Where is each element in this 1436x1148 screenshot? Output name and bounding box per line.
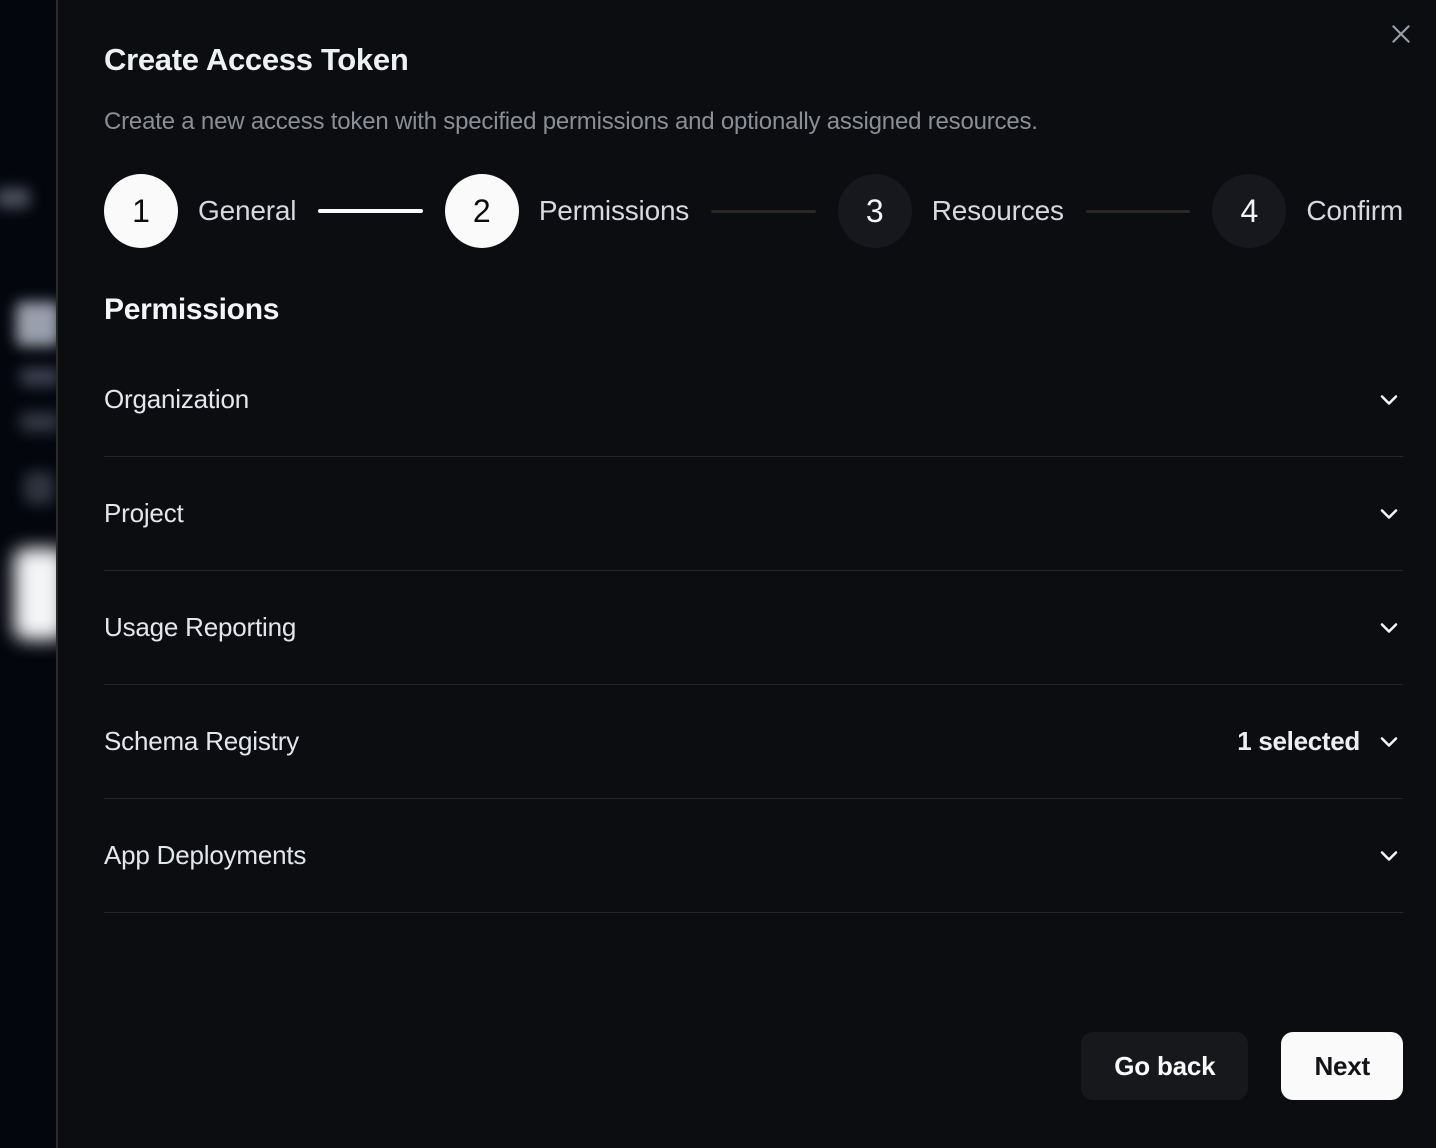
permission-section-organization[interactable]: Organization <box>104 343 1403 457</box>
chevron-down-icon <box>1375 842 1403 870</box>
chevron-down-icon <box>1375 614 1403 642</box>
blurred-background-content <box>16 302 60 346</box>
step-permissions[interactable]: 2 Permissions <box>445 174 689 248</box>
permission-section-project[interactable]: Project <box>104 457 1403 571</box>
chevron-down-icon <box>1375 500 1403 528</box>
step-connector <box>711 210 816 213</box>
step-resources[interactable]: 3 Resources <box>838 174 1064 248</box>
step-connector <box>1086 210 1191 213</box>
step-general[interactable]: 1 General <box>104 174 296 248</box>
permission-section-app-deployments[interactable]: App Deployments <box>104 799 1403 913</box>
step-label: Permissions <box>539 195 689 227</box>
blurred-background-content <box>24 472 54 504</box>
step-connector <box>318 209 423 213</box>
permission-section-usage-reporting[interactable]: Usage Reporting <box>104 571 1403 685</box>
step-label: Confirm <box>1306 195 1403 227</box>
background-app <box>0 0 56 1148</box>
step-number-badge: 2 <box>445 174 519 248</box>
chevron-down-icon <box>1375 728 1403 756</box>
next-button[interactable]: Next <box>1281 1032 1403 1100</box>
close-button[interactable] <box>1386 20 1416 50</box>
permission-section-label: App Deployments <box>104 840 306 871</box>
step-confirm[interactable]: 4 Confirm <box>1212 174 1403 248</box>
permissions-heading: Permissions <box>104 293 1403 327</box>
close-icon <box>1388 21 1414 50</box>
step-number-badge: 1 <box>104 174 178 248</box>
step-label: General <box>198 195 296 227</box>
step-label: Resources <box>932 195 1064 227</box>
permission-section-label: Usage Reporting <box>104 612 296 643</box>
stepper: 1 General 2 Permissions 3 Resources 4 Co… <box>104 173 1403 249</box>
modal-description: Create a new access token with specified… <box>104 108 1403 136</box>
blurred-background-content <box>0 188 30 208</box>
permission-section-schema-registry[interactable]: Schema Registry 1 selected <box>104 685 1403 799</box>
chevron-down-icon <box>1375 386 1403 414</box>
step-number-badge: 3 <box>838 174 912 248</box>
blurred-background-content <box>20 368 60 386</box>
permission-section-label: Organization <box>104 384 249 415</box>
modal-footer: Go back Next <box>104 1032 1403 1100</box>
selected-count-badge: 1 selected <box>1237 726 1360 757</box>
blurred-background-content <box>20 412 60 432</box>
modal-title: Create Access Token <box>104 0 1403 78</box>
go-back-button[interactable]: Go back <box>1081 1032 1248 1100</box>
step-number-badge: 4 <box>1212 174 1286 248</box>
create-access-token-modal: Create Access Token Create a new access … <box>56 0 1436 1148</box>
permission-section-label: Project <box>104 498 184 529</box>
permissions-list: Organization Project Usage <box>104 343 1403 913</box>
permission-section-label: Schema Registry <box>104 726 299 757</box>
